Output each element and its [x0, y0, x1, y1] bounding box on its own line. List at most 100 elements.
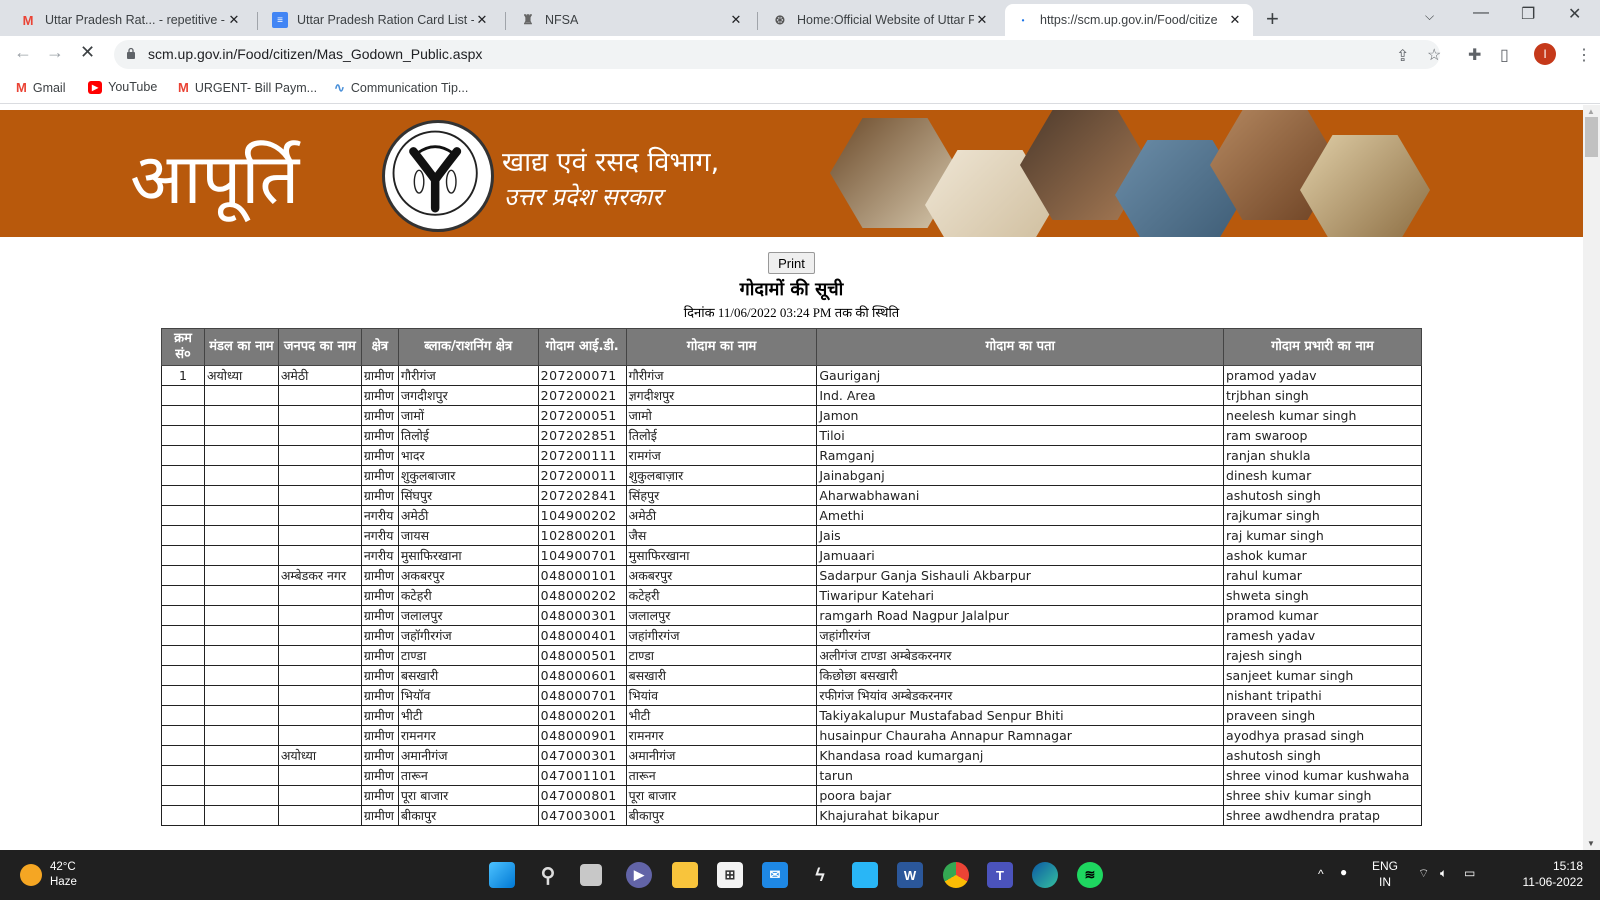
- cell-block: बीकापुर: [397, 805, 539, 826]
- wifi-icon[interactable]: ⌔: [1418, 865, 1429, 881]
- new-tab-button[interactable]: +: [1266, 6, 1279, 32]
- volume-icon[interactable]: 🔈︎: [1440, 865, 1447, 881]
- page-title: गोदामों की सूची: [739, 279, 844, 300]
- weather-widget[interactable]: 42°C Haze: [20, 860, 77, 890]
- bookmark-gmail[interactable]: M Gmail: [16, 80, 66, 95]
- spotify-icon[interactable]: ≋: [1077, 862, 1103, 888]
- close-window-icon[interactable]: ✕: [1568, 4, 1581, 24]
- scroll-down-arrow[interactable]: ▼: [1587, 839, 1595, 848]
- clock[interactable]: 15:18 11-06-2022: [1493, 858, 1584, 890]
- tab-gmail[interactable]: M Uttar Pradesh Rat... - repetitive - ✕: [10, 4, 252, 36]
- bookmark-youtube[interactable]: ▶ YouTube: [88, 80, 157, 94]
- header-area: क्षेत्र: [360, 328, 399, 366]
- cell-block: अकबरपुर: [397, 565, 539, 586]
- cell-godown-address: अलीगंज टाण्डा अम्बेडकरनगर: [816, 645, 1225, 666]
- mail-icon[interactable]: ✉: [762, 862, 788, 888]
- word-icon[interactable]: W: [897, 862, 923, 888]
- header-serial: क्रम सं०: [161, 328, 205, 366]
- bookmark-urgent-bill[interactable]: M URGENT- Bill Paym...: [178, 80, 317, 95]
- menu-icon[interactable]: ⋮: [1576, 45, 1592, 65]
- bookmark-star-icon[interactable]: ☆: [1427, 45, 1441, 65]
- cell-godown-name: रामनगर: [625, 725, 818, 746]
- cell-serial: 1: [161, 365, 205, 386]
- tab-up-official[interactable]: ⊛ Home:Official Website of Uttar Pr ✕: [762, 4, 1000, 36]
- header-division: मंडल का नाम: [203, 328, 279, 366]
- back-icon[interactable]: ←: [14, 42, 32, 63]
- cell-area: ग्रामीण: [360, 805, 399, 826]
- extensions-icon[interactable]: ✚: [1468, 45, 1481, 65]
- tab-docs[interactable]: ≡ Uttar Pradesh Ration Card List - ( ✕: [262, 4, 500, 36]
- bookmark-label: Gmail: [32, 80, 66, 95]
- restore-icon[interactable]: ❐: [1521, 4, 1535, 24]
- cell-block: जहॉगीरगंज: [397, 625, 539, 646]
- profile-avatar[interactable]: I: [1534, 43, 1556, 65]
- cell-godown-name: सिंहपुर: [625, 485, 818, 506]
- cell-godown-id: 048000501: [537, 645, 627, 666]
- url-text[interactable]: scm.up.gov.in/Food/citizen/Mas_Godown_Pu…: [148, 46, 482, 62]
- brand-logo-text: आपूर्ति: [130, 138, 300, 220]
- language-indicator[interactable]: ENG IN: [1372, 858, 1398, 890]
- stop-loading-icon[interactable]: ✕: [80, 42, 95, 63]
- close-tab-icon[interactable]: ✕: [974, 12, 990, 28]
- side-panel-icon[interactable]: ▯: [1500, 45, 1509, 65]
- bookmark-communication[interactable]: ∿ Communication Tip...: [334, 80, 468, 96]
- cell-godown-address: Tiloi: [816, 425, 1225, 446]
- address-bar[interactable]: scm.up.gov.in/Food/citizen/Mas_Godown_Pu…: [114, 40, 1441, 69]
- cell-area: ग्रामीण: [360, 725, 399, 746]
- scrollbar-thumb[interactable]: [1585, 117, 1598, 157]
- table-row: ग्रामीण शुकुलबाजार 207200011 शुकुलबाज़ार Jai…: [161, 465, 1422, 486]
- table-row: नगरीय अमेठी 104900202 अमेठी Amethi rajkumar s…: [161, 505, 1422, 526]
- page-viewport: आपूर्ति खाद्य एवं रसद विभाग, उत्तर प्रदे…: [0, 105, 1600, 850]
- cell-godown-address: Jamuaari: [816, 545, 1225, 566]
- print-button[interactable]: Print: [768, 252, 815, 274]
- teams-chat-icon[interactable]: ▶: [626, 862, 652, 888]
- up-government-emblem: [382, 120, 494, 232]
- scroll-up-arrow[interactable]: ▲: [1587, 107, 1595, 116]
- cell-serial: [161, 685, 205, 706]
- cell-block: टाण्डा: [397, 645, 539, 666]
- tab-nfsa[interactable]: ♜ NFSA ✕: [510, 4, 754, 36]
- table-row: ग्रामीण जगदीशपुर 207200021 ज्ञगदीशपुर Ind. A…: [161, 385, 1422, 406]
- desktop-icon[interactable]: [852, 862, 878, 888]
- cell-area: ग्रामीण: [360, 705, 399, 726]
- tab-active-scm[interactable]: • https://scm.up.gov.in/Food/citize ✕: [1005, 4, 1253, 36]
- header-district: जनपद का नाम: [277, 328, 362, 366]
- forward-icon[interactable]: →: [46, 42, 64, 63]
- table-row: अयोध्या ग्रामीण अमानीगंज 047000301 अमानीगंज K…: [161, 745, 1422, 766]
- minimize-icon[interactable]: —: [1473, 4, 1489, 22]
- edge-icon[interactable]: [1032, 862, 1058, 888]
- table-row: ग्रामीण भीटी 048000201 भीटी Takiyakalupur Mu…: [161, 705, 1422, 726]
- tab-separator: [505, 12, 506, 30]
- table-row: ग्रामीण भियॉव 048000701 भियांव रफीगंज भियांव…: [161, 685, 1422, 706]
- close-tab-icon[interactable]: ✕: [1227, 12, 1243, 28]
- cell-area: ग्रामीण: [360, 765, 399, 786]
- windows-taskbar: 42°C Haze ⚲ ▶ ⊞ ✉ ϟ W T ≋ ^ ● ENG IN ⌔ 🔈…: [0, 850, 1600, 900]
- close-tab-icon[interactable]: ✕: [474, 12, 490, 28]
- cell-district: अयोध्या: [277, 745, 362, 766]
- task-view-icon[interactable]: [580, 864, 602, 886]
- chrome-icon[interactable]: [943, 862, 969, 888]
- search-icon[interactable]: ⚲: [535, 862, 561, 888]
- bookmark-label: Communication Tip...: [350, 81, 469, 95]
- network-warning-icon[interactable]: ●: [1340, 864, 1347, 880]
- cell-godown-address: Khajurahat bikapur: [816, 805, 1225, 826]
- cell-district: [277, 805, 362, 826]
- show-hidden-icons[interactable]: ^: [1318, 866, 1324, 882]
- bookmarks-bar: M Gmail ▶ YouTube M URGENT- Bill Paym...…: [0, 72, 1600, 104]
- file-explorer-icon[interactable]: [672, 862, 698, 888]
- app-icon[interactable]: ϟ: [807, 862, 833, 888]
- gmail-icon: M: [22, 12, 34, 28]
- tab-search-icon[interactable]: ⌵: [1425, 9, 1434, 24]
- start-icon[interactable]: [489, 862, 515, 888]
- close-tab-icon[interactable]: ✕: [226, 12, 242, 28]
- cell-godown-name: पूरा बाजार: [625, 785, 818, 806]
- cell-godown-id: 048000701: [537, 685, 627, 706]
- share-icon[interactable]: ⇪: [1396, 46, 1409, 66]
- close-tab-icon[interactable]: ✕: [728, 12, 744, 28]
- cell-division: [203, 765, 279, 786]
- teams-icon[interactable]: T: [987, 862, 1013, 888]
- cell-block: भीटी: [397, 705, 539, 726]
- battery-icon[interactable]: ▭: [1464, 865, 1475, 881]
- vertical-scrollbar[interactable]: ▲ ▼: [1583, 105, 1600, 850]
- store-icon[interactable]: ⊞: [717, 862, 743, 888]
